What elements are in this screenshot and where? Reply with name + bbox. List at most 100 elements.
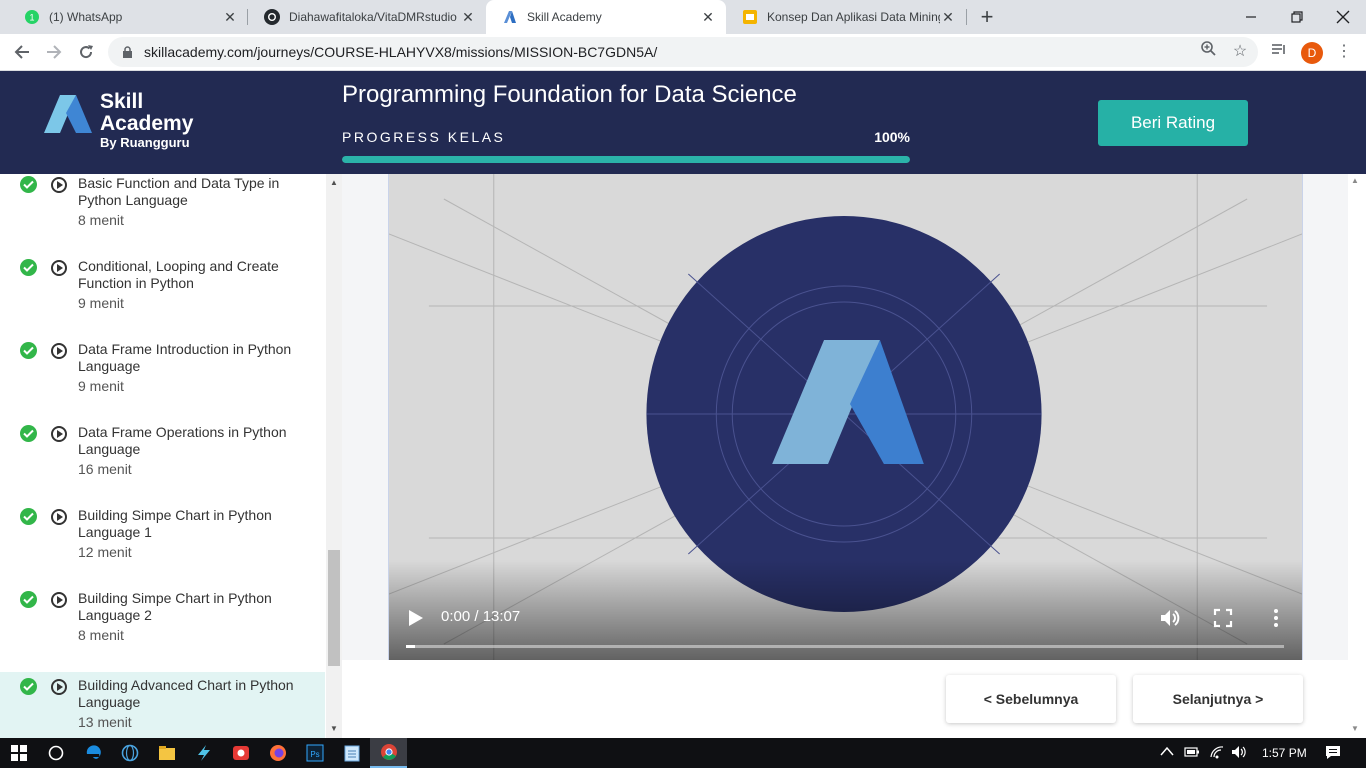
lesson-content: Basic Function and Data Type in Python L…	[0, 175, 325, 245]
lesson-sidebar: Basic Function and Data Type in Python L…	[0, 174, 342, 738]
reload-button[interactable]	[74, 40, 98, 64]
url-text: skillacademy.com/journeys/COURSE-HLAHYVX…	[144, 44, 658, 60]
restore-icon	[1291, 11, 1303, 23]
lesson-item[interactable]: Data Frame Operations in Python Language…	[0, 423, 325, 506]
scroll-down-arrow-icon[interactable]: ▼	[326, 722, 342, 736]
lock-icon	[122, 46, 134, 58]
new-tab-button[interactable]: +	[976, 4, 998, 30]
tab-title: (1) WhatsApp	[49, 10, 123, 24]
window-close-button[interactable]	[1320, 0, 1366, 34]
lesson-content: Building Simpe Chart in Python Language …	[0, 507, 325, 577]
windows-taskbar: Ps 1:57 PM	[0, 738, 1366, 768]
lesson-item[interactable]: Building Simpe Chart in Python Language …	[0, 589, 325, 672]
browser-toolbar: skillacademy.com/journeys/COURSE-HLAHYVX…	[0, 34, 1366, 71]
address-bar[interactable]: skillacademy.com/journeys/COURSE-HLAHYVX…	[108, 37, 1258, 67]
media-queue-icon[interactable]	[1267, 40, 1291, 64]
logo-line-2: Academy	[100, 112, 194, 135]
minimize-button[interactable]	[1228, 0, 1274, 34]
rate-button[interactable]: Beri Rating	[1098, 100, 1248, 146]
check-circle-icon	[20, 176, 37, 193]
notification-icon[interactable]	[1325, 745, 1341, 763]
volume-icon[interactable]	[1159, 607, 1181, 629]
logo-text[interactable]: Skill Academy By Ruangguru	[100, 91, 193, 151]
close-icon[interactable]: ✕	[700, 9, 716, 26]
video-seek-played	[406, 645, 415, 648]
file-explorer-icon[interactable]	[148, 738, 185, 768]
video-time: 0:00 / 13:07	[441, 608, 521, 625]
arrow-right-icon	[47, 45, 62, 59]
close-icon[interactable]: ✕	[940, 9, 956, 26]
clock[interactable]: 1:57 PM	[1262, 746, 1307, 760]
wifi-icon[interactable]	[1209, 745, 1225, 762]
scroll-up-arrow-icon[interactable]: ▲	[326, 176, 342, 190]
lesson-title: Building Simpe Chart in Python Language …	[78, 507, 272, 540]
tab-whatsapp[interactable]: 1 (1) WhatsApp ✕	[8, 0, 248, 34]
app-red-icon[interactable]	[222, 738, 259, 768]
arrow-left-icon	[14, 45, 29, 59]
battery-icon[interactable]	[1184, 745, 1200, 762]
check-circle-icon	[20, 591, 37, 608]
lesson-duration: 13 menit	[78, 714, 132, 730]
previous-button[interactable]: < Sebelumnya	[946, 675, 1116, 723]
skill-academy-logo-icon[interactable]	[42, 93, 94, 135]
lesson-title: Building Advanced Chart in Python Langua…	[78, 677, 294, 710]
sidebar-scrollbar-thumb[interactable]	[328, 550, 340, 666]
video-seek-bar[interactable]	[406, 645, 1284, 648]
play-circle-icon	[51, 679, 67, 695]
back-button[interactable]	[10, 40, 34, 64]
lesson-content: Conditional, Looping and Create Function…	[0, 258, 325, 328]
lesson-content: Building Simpe Chart in Python Language …	[0, 590, 325, 660]
lesson-duration: 16 menit	[78, 461, 132, 477]
scroll-down-arrow-icon[interactable]: ▼	[1351, 724, 1359, 733]
video-player[interactable]	[388, 174, 1303, 660]
globe-app-icon[interactable]	[111, 738, 148, 768]
app-lightning-icon[interactable]	[185, 738, 222, 768]
play-circle-icon	[51, 177, 67, 193]
browser-tab-strip: 1 (1) WhatsApp ✕ Diahawafitaloka/VitaDMR…	[0, 0, 1366, 34]
profile-avatar[interactable]: D	[1301, 42, 1323, 64]
lesson-item[interactable]: Data Frame Introduction in Python Langua…	[0, 340, 325, 423]
play-circle-icon	[51, 509, 67, 525]
play-circle-icon	[51, 260, 67, 276]
lesson-item[interactable]: Conditional, Looping and Create Function…	[0, 257, 325, 340]
photoshop-icon[interactable]: Ps	[296, 738, 333, 768]
chevron-up-icon[interactable]	[1160, 745, 1174, 760]
next-button[interactable]: Selanjutnya >	[1133, 675, 1303, 723]
scroll-up-arrow-icon[interactable]: ▲	[1351, 176, 1359, 185]
forward-button[interactable]	[42, 40, 66, 64]
progress-bar-fill	[342, 156, 910, 163]
skill-academy-icon	[502, 9, 518, 25]
tab-title: Skill Academy	[527, 10, 602, 24]
tab-github[interactable]: Diahawafitaloka/VitaDMRstudio ✕	[248, 0, 486, 34]
more-menu-icon[interactable]: ⋮	[1336, 40, 1352, 64]
lesson-item[interactable]: Building Advanced Chart in Python Langua…	[0, 672, 325, 738]
lesson-content: Data Frame Operations in Python Language…	[0, 424, 325, 494]
tab-title: Konsep Dan Aplikasi Data Mining	[767, 10, 940, 24]
close-icon[interactable]: ✕	[460, 9, 476, 26]
tab-title: Diahawafitaloka/VitaDMRstudio	[289, 10, 457, 24]
firefox-icon[interactable]	[259, 738, 296, 768]
lesson-item[interactable]: Basic Function and Data Type in Python L…	[0, 174, 325, 257]
page-scrollbar[interactable]: ▲ ▼	[1348, 174, 1366, 738]
lesson-duration: 8 menit	[78, 212, 124, 228]
windows-start-icon[interactable]	[0, 738, 37, 768]
edge-icon[interactable]	[74, 738, 111, 768]
logo-line-1: Skill	[100, 90, 144, 113]
close-icon[interactable]: ✕	[222, 9, 238, 26]
tab-slides[interactable]: Konsep Dan Aplikasi Data Mining ✕	[726, 0, 966, 34]
restore-button[interactable]	[1274, 0, 1320, 34]
lesson-item[interactable]: Building Simpe Chart in Python Language …	[0, 506, 325, 589]
zoom-icon[interactable]	[1196, 40, 1220, 64]
play-circle-icon	[51, 592, 67, 608]
speaker-icon[interactable]	[1231, 745, 1247, 762]
search-icon[interactable]	[37, 738, 74, 768]
tab-skill-academy[interactable]: Skill Academy ✕	[486, 0, 726, 34]
check-circle-icon	[20, 508, 37, 525]
bookmark-star-icon[interactable]: ☆	[1228, 40, 1252, 64]
chrome-icon[interactable]	[370, 738, 407, 768]
progress-value: 100%	[874, 129, 910, 145]
play-icon[interactable]	[408, 609, 424, 627]
video-more-options-icon[interactable]	[1265, 607, 1287, 629]
fullscreen-icon[interactable]	[1212, 607, 1234, 629]
notepad-icon[interactable]	[333, 738, 370, 768]
